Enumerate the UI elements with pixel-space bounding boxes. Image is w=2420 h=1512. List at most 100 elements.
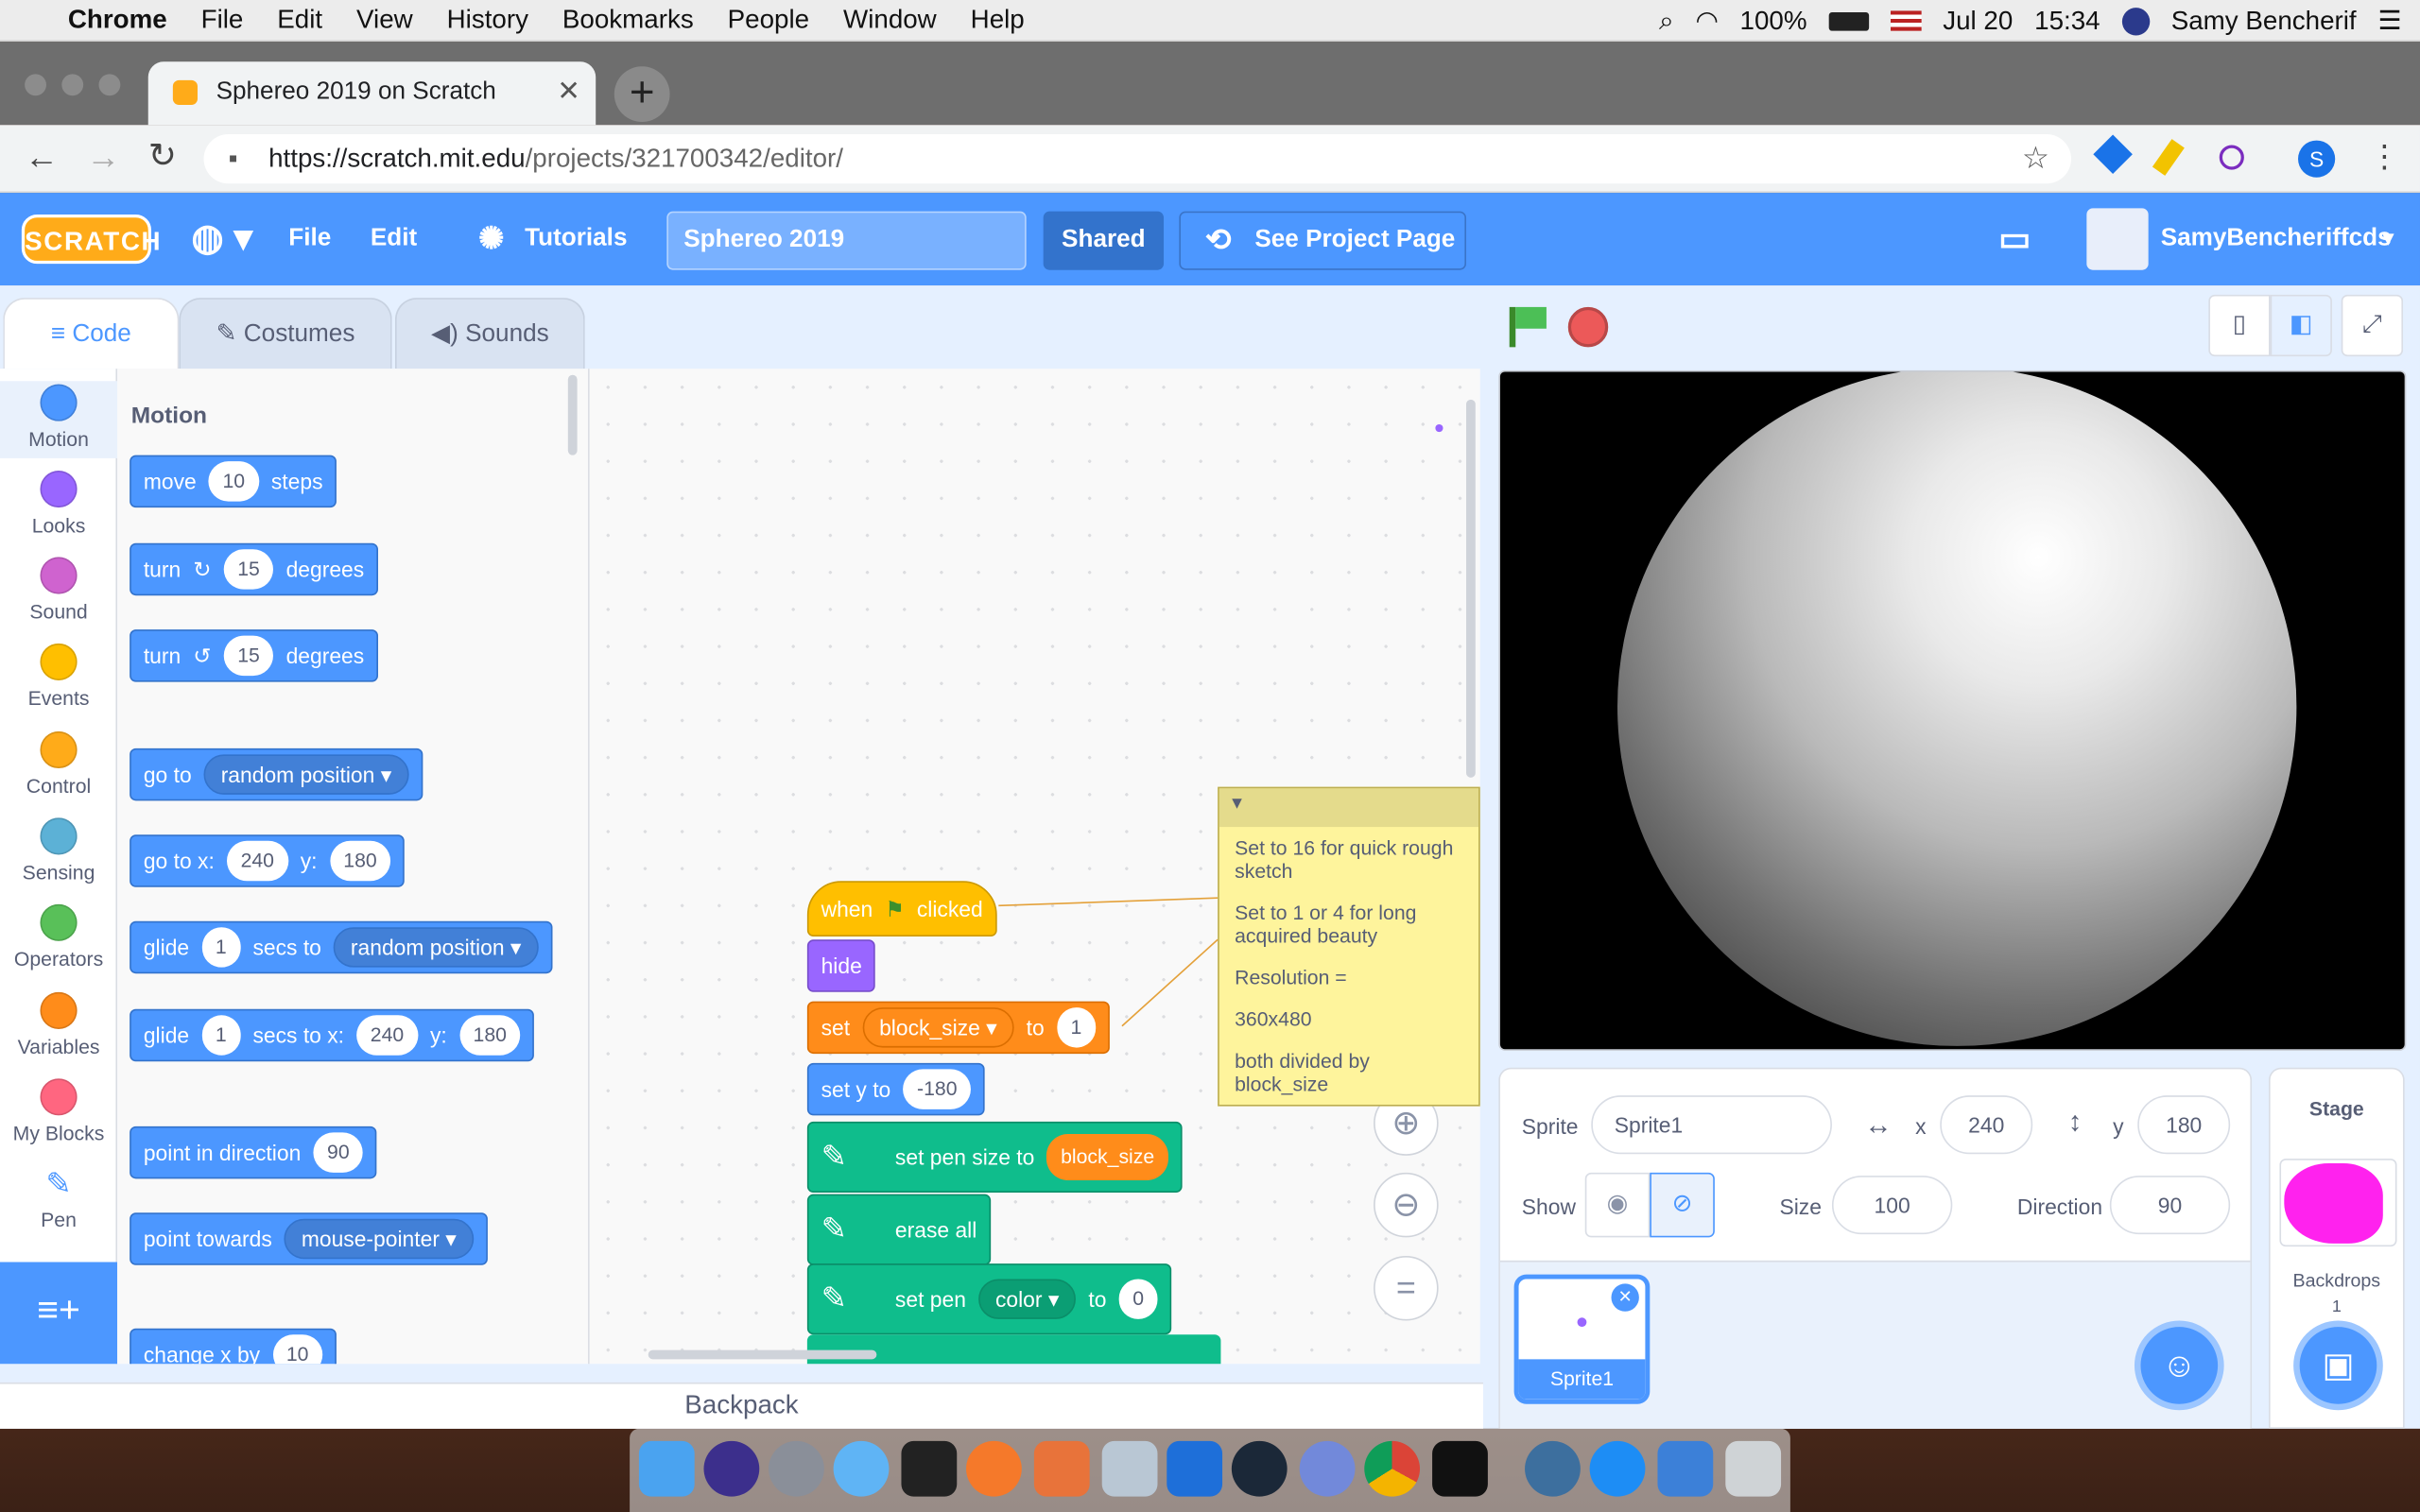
choose-sprite-button[interactable]: ☺	[2134, 1320, 2224, 1411]
block-change-x[interactable]: change x by 10	[130, 1328, 337, 1365]
block-input[interactable]: 240	[226, 840, 288, 882]
block-turn-left[interactable]: turn ↺ 15 degrees	[130, 629, 378, 682]
search-icon[interactable]: ⌕	[1659, 6, 1674, 37]
menu-edit[interactable]: Edit	[277, 5, 322, 36]
add-extension-button[interactable]: ≡+	[0, 1262, 118, 1365]
app-store-icon[interactable]	[1589, 1440, 1646, 1497]
trash-icon[interactable]	[1725, 1440, 1782, 1497]
chrome-profile-icon[interactable]: S	[2298, 140, 2336, 178]
mail-app-icon[interactable]	[1101, 1440, 1158, 1497]
menubar-user[interactable]: Samy Bencherif	[2171, 6, 2357, 37]
category-sound[interactable]: Sound	[0, 557, 117, 624]
edit-menu[interactable]: Edit	[371, 193, 417, 285]
block-input[interactable]: 90	[313, 1132, 364, 1173]
block-dropdown[interactable]: random position ▾	[203, 754, 409, 795]
menubar-time[interactable]: 15:34	[2034, 6, 2100, 37]
downloads-folder-icon[interactable]	[1657, 1440, 1714, 1497]
hide-eye-button[interactable]: ⊘	[1650, 1172, 1715, 1238]
messages-icon[interactable]	[833, 1440, 890, 1497]
category-pen[interactable]: ✎ Pen	[0, 1165, 117, 1231]
category-events[interactable]: Events	[0, 643, 117, 710]
notification-list-icon[interactable]: ☰	[2378, 6, 2402, 37]
delete-sprite-icon[interactable]: ✕	[1611, 1283, 1639, 1312]
user-avatar-icon[interactable]	[2121, 7, 2150, 35]
block-input[interactable]: 15	[223, 635, 274, 677]
extension-diamond-icon[interactable]	[2093, 134, 2133, 175]
menu-bookmarks[interactable]: Bookmarks	[562, 5, 694, 36]
lightbulb-icon[interactable]: ✺	[478, 193, 504, 285]
zoom-reset-button[interactable]: =	[1374, 1255, 1439, 1321]
green-flag-cloth[interactable]	[1515, 306, 1547, 329]
tab-code[interactable]: ≡ Code	[3, 298, 180, 369]
chrome-menu-icon[interactable]: ⋮	[2369, 137, 2400, 176]
y-field[interactable]: 180	[2137, 1095, 2231, 1155]
scratch-logo[interactable]: SCRATCH	[21, 214, 161, 265]
my-stuff-folder-icon[interactable]: ▭	[1998, 193, 2031, 285]
browser-tab[interactable]: Sphereo 2019 on Scratch ✕	[147, 61, 596, 126]
block-input[interactable]: 1	[201, 927, 241, 968]
pencil-app-icon[interactable]	[1033, 1440, 1090, 1497]
block-input[interactable]: 10	[208, 461, 259, 502]
sprite-tile[interactable]: ✕ Sprite1	[1513, 1274, 1651, 1404]
shared-button[interactable]: Shared	[1043, 211, 1165, 270]
x-field[interactable]: 240	[1940, 1095, 2033, 1155]
menu-view[interactable]: View	[356, 5, 413, 36]
block-point-direction[interactable]: point in direction 90	[130, 1125, 378, 1179]
block-dropdown[interactable]: random position ▾	[333, 927, 539, 968]
choose-backdrop-button[interactable]: ▣	[2293, 1320, 2383, 1411]
menu-history[interactable]: History	[447, 5, 528, 36]
finder-icon[interactable]	[638, 1440, 695, 1497]
block-input[interactable]: 15	[223, 549, 274, 590]
flag-icon[interactable]	[1890, 10, 1922, 31]
sprite-name-field[interactable]: Sprite1	[1591, 1095, 1832, 1155]
script-hscrollbar[interactable]	[648, 1349, 877, 1360]
category-my-blocks[interactable]: My Blocks	[0, 1078, 117, 1144]
window-zoom-button[interactable]	[98, 74, 121, 96]
chevron-down-icon[interactable]: ▼	[2378, 193, 2398, 285]
script-vscrollbar[interactable]	[1466, 399, 1476, 778]
forward-icon[interactable]: →	[86, 137, 120, 177]
project-title-input[interactable]: Sphereo 2019	[666, 211, 1027, 270]
steam-icon[interactable]	[1231, 1440, 1288, 1497]
block-turn-right[interactable]: turn ↻ 15 degrees	[130, 542, 378, 596]
size-field[interactable]: 100	[1831, 1176, 1953, 1235]
terminal-icon[interactable]	[901, 1440, 958, 1497]
backdrop-thumbnail[interactable]	[2279, 1159, 2397, 1247]
block-input[interactable]: 180	[458, 1015, 521, 1056]
launchpad-icon[interactable]	[769, 1440, 824, 1497]
category-variables[interactable]: Variables	[0, 991, 117, 1058]
menu-app-name[interactable]: Chrome	[68, 5, 167, 36]
disk-utility-icon[interactable]	[1525, 1440, 1581, 1497]
comment-header[interactable]: ▼	[1219, 788, 1479, 828]
category-sensing[interactable]: Sensing	[0, 817, 117, 885]
script-comment[interactable]: ▼ Set to 16 for quick rough sketch Set t…	[1218, 786, 1480, 1107]
menu-help[interactable]: Help	[971, 5, 1025, 36]
window-minimize-button[interactable]	[61, 74, 84, 96]
siri-icon[interactable]	[703, 1440, 760, 1497]
discord-icon[interactable]	[1299, 1440, 1356, 1497]
back-icon[interactable]: ←	[25, 137, 59, 177]
stage-canvas[interactable]	[1498, 369, 2407, 1051]
remote-desktop-icon[interactable]	[1167, 1440, 1223, 1497]
wifi-icon[interactable]: ◠	[1695, 6, 1718, 37]
block-input[interactable]: 1	[201, 1015, 241, 1056]
block-glide-to[interactable]: glide 1 secs to random position ▾	[130, 920, 553, 974]
globe-icon[interactable]: ◍ ▾	[191, 193, 252, 285]
zoom-out-button[interactable]: ⊖	[1374, 1172, 1439, 1238]
chrome-icon[interactable]	[1364, 1440, 1421, 1497]
terminal-2-icon[interactable]	[1432, 1440, 1488, 1497]
block-go-to[interactable]: go to random position ▾	[130, 747, 423, 801]
block-point-towards[interactable]: point towards mouse-pointer ▾	[130, 1212, 488, 1265]
block-glide-to-xy[interactable]: glide 1 secs to x: 240 y: 180	[130, 1008, 535, 1062]
extension-circle-icon[interactable]	[2219, 145, 2244, 170]
see-project-page-button[interactable]: ⟲ See Project Page	[1179, 211, 1467, 270]
palette-scrollbar[interactable]	[567, 374, 578, 455]
battery-icon[interactable]	[1828, 11, 1869, 30]
username-menu[interactable]: SamyBencheriffcds	[2161, 193, 2392, 285]
block-go-to-xy[interactable]: go to x: 240 y: 180	[130, 834, 406, 887]
category-operators[interactable]: Operators	[0, 903, 117, 971]
direction-field[interactable]: 90	[2109, 1176, 2231, 1235]
tab-costumes[interactable]: ✎ Costumes	[179, 298, 392, 369]
show-visible-button[interactable]: ◉	[1584, 1172, 1651, 1238]
large-stage-button[interactable]: ◧	[2270, 294, 2332, 357]
